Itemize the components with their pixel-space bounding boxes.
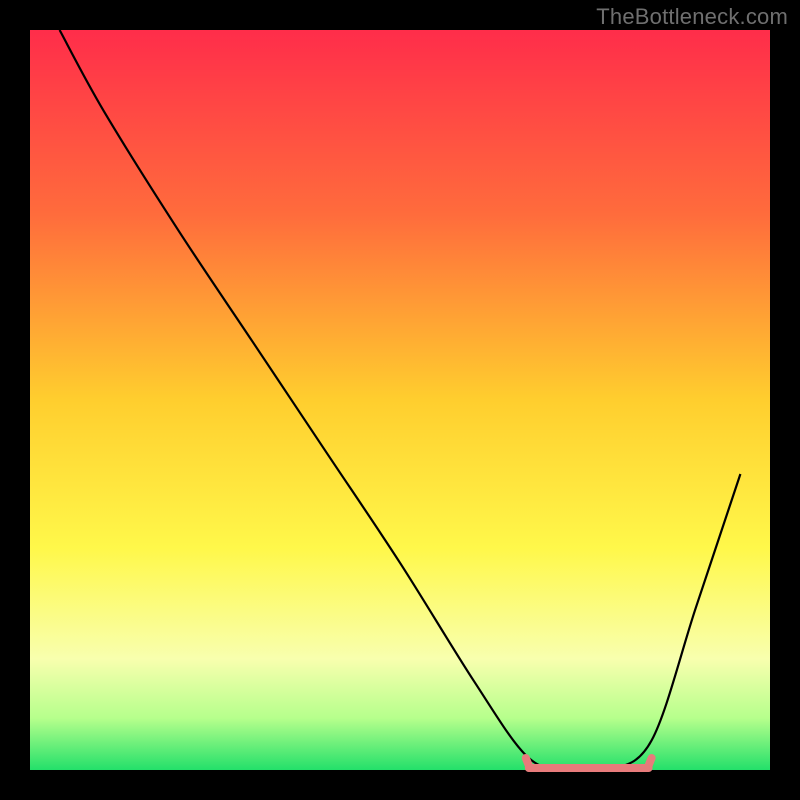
watermark-text: TheBottleneck.com: [596, 4, 788, 30]
plot-background: [30, 30, 770, 770]
chart-root: TheBottleneck.com: [0, 0, 800, 800]
bottleneck-chart: [0, 0, 800, 800]
